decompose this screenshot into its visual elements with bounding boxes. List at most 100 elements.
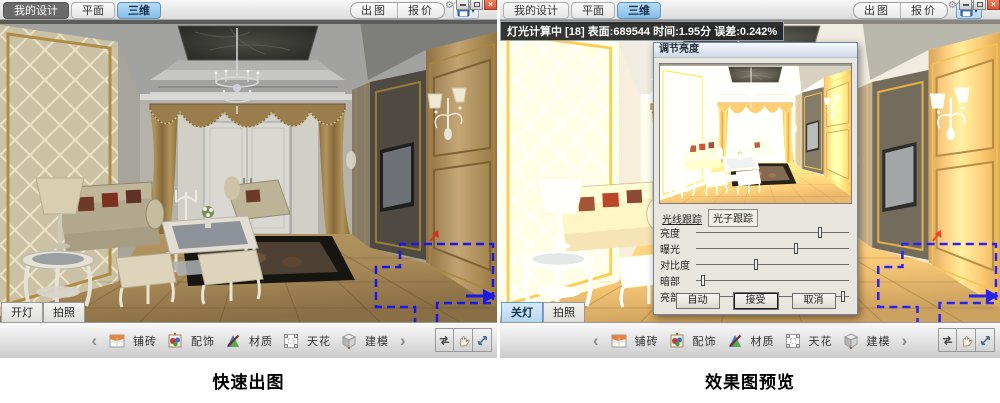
left-panel: 我的设计 平面 三维 出图 报价 ▾ ⚙ × — [0, 0, 497, 403]
next-arrow-icon[interactable]: › — [900, 331, 910, 351]
dialog-buttons: 自动 接受 取消 — [654, 293, 857, 309]
dialog-title[interactable]: 调节亮度 — [654, 43, 857, 58]
cancel-button[interactable]: 取消 — [792, 293, 836, 309]
restore-button[interactable] — [470, 0, 483, 10]
contrast-slider-row: 对比度 — [660, 257, 849, 271]
close-button[interactable]: × — [987, 0, 1000, 10]
diagonal-arrows-icon — [979, 334, 992, 347]
app-window: 我的设计 平面 三维 出图 报价 ▾ ⚙ × — [0, 0, 1000, 403]
tab-3d[interactable]: 三维 — [117, 2, 161, 19]
right-view-tabs: 我的设计 平面 三维 — [503, 2, 661, 19]
pan-hand-button[interactable] — [957, 328, 976, 352]
quote-button[interactable]: 报价 — [397, 3, 444, 18]
left-topbar: 我的设计 平面 三维 出图 报价 ▾ ⚙ × — [0, 0, 497, 20]
photo-tab[interactable]: 拍照 — [543, 302, 585, 322]
slider-handle[interactable] — [701, 275, 705, 286]
left-bottom-toolbar: ‹ 铺砖 配饰 — [0, 322, 497, 358]
right-panel: 我的设计 平面 三维 出图 报价 ▾ ⚙ × — [500, 0, 1000, 403]
zoom-extents-button[interactable] — [976, 328, 995, 352]
material-icon — [224, 332, 242, 350]
tile-icon — [610, 332, 628, 350]
slider-handle[interactable] — [794, 243, 798, 254]
light-off-tab[interactable]: 关灯 — [501, 302, 543, 322]
tool-material[interactable]: 材质 — [224, 332, 273, 350]
light-calc-status: 灯光计算中 [18] 表面:689544 时间:1.95分 误差:0.242% — [500, 21, 784, 41]
tool-modeling[interactable]: 建模 — [842, 332, 891, 350]
accessories-icon — [166, 332, 184, 350]
render-button[interactable]: 出图 — [351, 3, 397, 18]
auto-button[interactable]: 自动 — [676, 293, 720, 309]
tool-label: 建模 — [867, 333, 891, 349]
tool-accessories[interactable]: 配饰 — [668, 332, 717, 350]
tab-my-design[interactable]: 我的设计 — [3, 2, 69, 19]
light-on-tab[interactable]: 开灯 — [1, 302, 43, 322]
left-mode-tabs: 开灯 拍照 — [1, 302, 85, 322]
zoom-extents-button[interactable] — [473, 328, 492, 352]
tool-material[interactable]: 材质 — [726, 332, 775, 350]
tool-tile[interactable]: 铺砖 — [108, 332, 157, 350]
shadows-slider-row: 暗部 — [660, 273, 849, 287]
hand-icon — [457, 334, 470, 347]
right-caption: 效果图预览 — [500, 358, 1000, 403]
pan-hand-button[interactable] — [454, 328, 473, 352]
render-preview-image — [659, 63, 852, 204]
tool-label: 配饰 — [693, 333, 717, 349]
tool-accessories[interactable]: 配饰 — [166, 332, 215, 350]
tool-label: 天花 — [307, 333, 331, 349]
ceiling-icon — [784, 332, 802, 350]
right-bottom-toolbar: ‹ 铺砖 配饰 — [500, 322, 1000, 358]
exposure-slider-row: 曝光 — [660, 241, 849, 255]
slider-label: 曝光 — [660, 241, 696, 256]
quote-button[interactable]: 报价 — [900, 3, 947, 18]
ceiling-icon — [282, 332, 300, 350]
slider-handle[interactable] — [754, 259, 758, 270]
tool-ceiling[interactable]: 天花 — [282, 332, 331, 350]
tool-ceiling[interactable]: 天花 — [784, 332, 833, 350]
accept-button[interactable]: 接受 — [734, 293, 778, 309]
tab-3d[interactable]: 三维 — [617, 2, 661, 19]
prev-arrow-icon[interactable]: ‹ — [591, 331, 601, 351]
slider-label: 暗部 — [660, 273, 696, 288]
settings-gear-icon[interactable]: ⚙ — [445, 0, 454, 11]
photo-tab[interactable]: 拍照 — [43, 302, 85, 322]
slider-label: 对比度 — [660, 257, 696, 272]
restore-button[interactable] — [973, 0, 986, 10]
modeling-icon — [842, 332, 860, 350]
tab-my-design[interactable]: 我的设计 — [503, 2, 569, 19]
refresh-view-button[interactable] — [938, 328, 957, 352]
tool-label: 铺砖 — [635, 333, 659, 349]
close-button[interactable]: × — [484, 0, 497, 10]
accessories-icon — [668, 332, 686, 350]
swap-arrows-icon — [438, 334, 451, 347]
tool-label: 材质 — [249, 333, 273, 349]
tool-label: 材质 — [751, 333, 775, 349]
tool-tile[interactable]: 铺砖 — [610, 332, 659, 350]
right-action-group: 出图 报价 — [853, 2, 948, 19]
tab-plan[interactable]: 平面 — [71, 2, 115, 19]
adjust-brightness-dialog: 调节亮度 光线跟踪 光子跟踪 亮度 曝光 对比 — [653, 42, 858, 315]
left-3d-viewport[interactable]: 开灯 拍照 — [0, 20, 497, 322]
left-window-controls: ⚙ × — [445, 0, 497, 11]
contrast-slider[interactable] — [696, 258, 849, 271]
tool-label: 配饰 — [191, 333, 215, 349]
settings-gear-icon[interactable]: ⚙ — [948, 0, 957, 11]
tool-modeling[interactable]: 建模 — [340, 332, 389, 350]
prev-arrow-icon[interactable]: ‹ — [89, 331, 99, 351]
brightness-slider-row: 亮度 — [660, 225, 849, 239]
brightness-slider[interactable] — [696, 226, 849, 239]
next-arrow-icon[interactable]: › — [398, 331, 408, 351]
tool-label: 建模 — [365, 333, 389, 349]
tab-plan[interactable]: 平面 — [571, 2, 615, 19]
tile-icon — [108, 332, 126, 350]
refresh-view-button[interactable] — [435, 328, 454, 352]
minimize-button[interactable] — [959, 0, 972, 10]
shadows-slider[interactable] — [696, 274, 849, 287]
exposure-slider[interactable] — [696, 242, 849, 255]
slider-handle[interactable] — [818, 227, 822, 238]
left-view-buttons — [435, 328, 492, 352]
material-icon — [726, 332, 744, 350]
render-button[interactable]: 出图 — [854, 3, 900, 18]
minimize-button[interactable] — [456, 0, 469, 10]
left-caption: 快速出图 — [0, 358, 497, 403]
right-topbar: 我的设计 平面 三维 出图 报价 ▾ ⚙ × — [500, 0, 1000, 20]
